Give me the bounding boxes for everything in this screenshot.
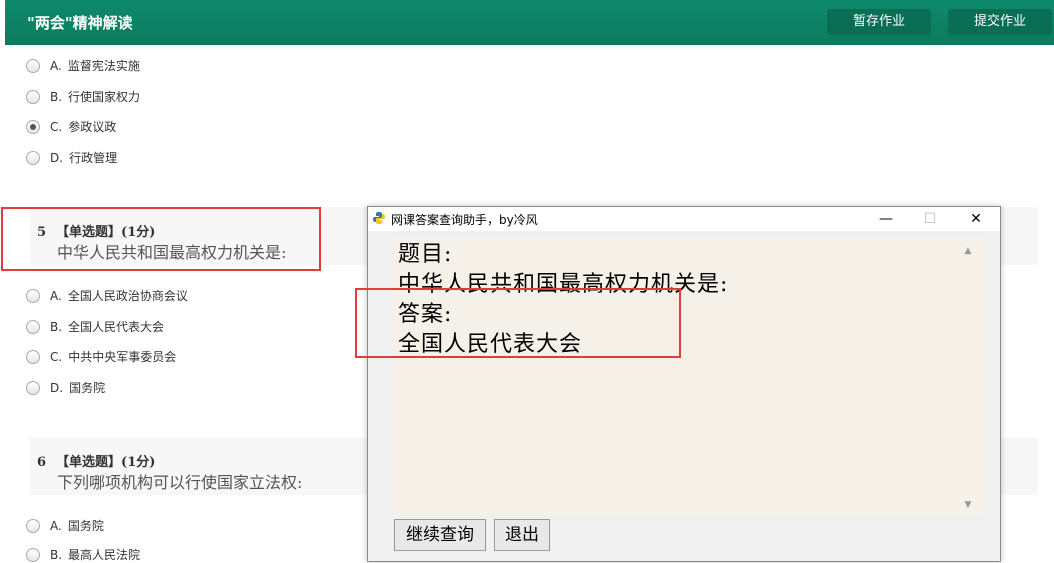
- scroll-down-arrow-icon[interactable]: ▼: [960, 497, 976, 513]
- q4-option-a[interactable]: A. 监督宪法实施: [26, 57, 140, 74]
- radio-button[interactable]: [26, 150, 40, 165]
- q6-option-b[interactable]: B. 最高人民法院: [26, 546, 140, 563]
- radio-button[interactable]: [26, 89, 40, 104]
- window-titlebar[interactable]: 网课答案查询助手，by冷风 — ☐ ✕: [368, 207, 1000, 231]
- save-draft-button[interactable]: 暂存作业: [827, 9, 931, 35]
- question-label: 题目:: [398, 242, 453, 267]
- continue-query-button[interactable]: 继续查询: [394, 519, 486, 551]
- q5-option-d[interactable]: D. 国务院: [26, 379, 105, 396]
- minimize-button[interactable]: —: [866, 209, 906, 229]
- q5-option-c[interactable]: C. 中共中央军事委员会: [26, 348, 176, 365]
- q4-option-d[interactable]: D. 行政管理: [26, 149, 117, 166]
- radio-button[interactable]: [26, 288, 40, 303]
- radio-button-selected[interactable]: [26, 119, 40, 134]
- q4-option-c[interactable]: C. 参政议政: [26, 118, 116, 135]
- submit-assignment-button[interactable]: 提交作业: [948, 9, 1052, 35]
- radio-button[interactable]: [26, 547, 40, 562]
- question-6-text: 下列哪项机构可以行使国家立法权:: [57, 473, 303, 492]
- radio-button[interactable]: [26, 518, 40, 533]
- scroll-up-arrow-icon[interactable]: ▲: [960, 243, 976, 259]
- q4-option-b[interactable]: B. 行使国家权力: [26, 88, 140, 105]
- answer-highlight-box: [355, 288, 681, 358]
- page-title: "两会"精神解读: [27, 14, 133, 32]
- python-icon: [373, 212, 385, 224]
- q5-option-a[interactable]: A. 全国人民政治协商会议: [26, 287, 188, 304]
- maximize-button[interactable]: ☐: [910, 209, 950, 229]
- radio-button[interactable]: [26, 319, 40, 334]
- radio-button[interactable]: [26, 58, 40, 73]
- result-text-area[interactable]: 题目: 中华人民共和国最高权力机关是: 答案: 全国人民代表大会: [393, 237, 985, 515]
- radio-button[interactable]: [26, 349, 40, 364]
- answer-helper-window: 网课答案查询助手，by冷风 — ☐ ✕ 题目: 中华人民共和国最高权力机关是: …: [367, 206, 1001, 562]
- radio-button[interactable]: [26, 380, 40, 395]
- question-6-heading: 6 【单选题】(1分): [37, 455, 156, 470]
- assignment-header: "两会"精神解读 暂存作业 提交作业: [5, 0, 1054, 45]
- window-title: 网课答案查询助手，by冷风: [391, 213, 538, 227]
- exit-button[interactable]: 退出: [494, 519, 550, 551]
- q6-option-a[interactable]: A. 国务院: [26, 517, 104, 534]
- q5-option-b[interactable]: B. 全国人民代表大会: [26, 318, 164, 335]
- close-button[interactable]: ✕: [956, 209, 996, 229]
- highlight-box: [1, 207, 321, 271]
